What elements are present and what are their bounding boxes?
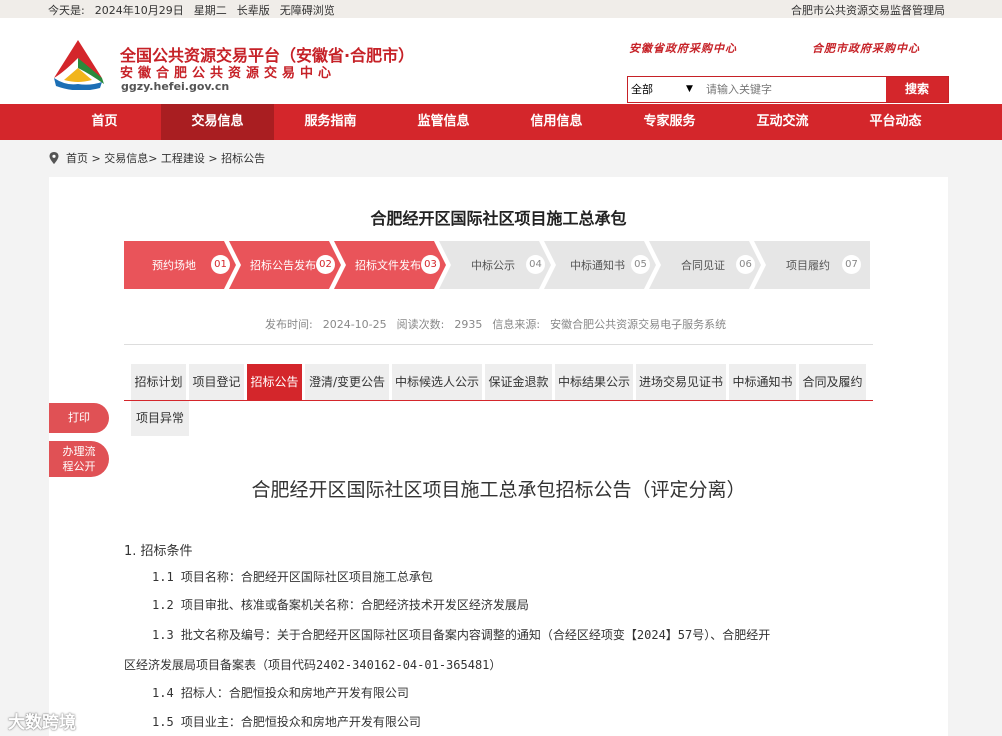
- publish-label: 发布时间:: [265, 318, 313, 331]
- step-number: 01: [211, 255, 230, 274]
- step-5[interactable]: 中标通知书 05: [544, 241, 656, 289]
- nav-home[interactable]: 首页: [48, 104, 161, 140]
- provincial-procurement-link[interactable]: 安徽省政府采购中心: [629, 40, 737, 56]
- step-number: 03: [421, 255, 440, 274]
- watermark-logo: 大数跨境: [8, 713, 76, 733]
- step-number: 04: [526, 255, 545, 274]
- site-url: ggzy.hefei.gov.cn: [121, 80, 230, 93]
- step-number: 07: [842, 255, 861, 274]
- step-3[interactable]: 招标文件发布 03: [334, 241, 446, 289]
- process-line-1: 办理流: [62, 445, 96, 458]
- tab-candidate[interactable]: 中标候选人公示: [392, 364, 482, 400]
- notice-title: 合肥经开区国际社区项目施工总承包招标公告（评定分离）: [251, 479, 746, 501]
- notice-line: 1.4 招标人：合肥恒投众和房地产开发有限公司: [152, 686, 409, 700]
- tab-bid-plan[interactable]: 招标计划: [131, 364, 186, 400]
- section-heading: 1. 招标条件: [124, 544, 193, 559]
- source-value: 安徽合肥公共资源交易电子服务系统: [550, 318, 727, 331]
- step-label: 合同见证: [681, 259, 725, 272]
- chevron-down-icon: ▼: [686, 84, 693, 94]
- top-bar: 今天是: 2024年10月29日 星期二 长辈版 无障碍浏览 合肥市公共资源交易监督管理…: [0, 0, 1002, 18]
- municipal-procurement-link[interactable]: 合肥市政府采购中心: [812, 40, 920, 56]
- divider: [124, 344, 873, 345]
- process-disclosure-button[interactable]: 办理流 程公开: [49, 441, 109, 477]
- process-line-2: 程公开: [62, 460, 96, 473]
- project-title: 合肥经开区国际社区项目施工总承包: [370, 209, 627, 228]
- step-number: 06: [736, 255, 755, 274]
- main-content: 合肥经开区国际社区项目施工总承包 预约场地 01 招标公告发布 02 招标文件发…: [49, 177, 948, 736]
- step-6[interactable]: 合同见证 06: [649, 241, 761, 289]
- step-1[interactable]: 预约场地 01: [124, 241, 236, 289]
- weekday: 星期二: [193, 4, 227, 17]
- tab-underline: [124, 400, 873, 401]
- notice-line: 1.5 项目业主：合肥恒投众和房地产开发有限公司: [152, 715, 421, 729]
- tab-registration[interactable]: 项目登记: [189, 364, 244, 400]
- views-count: 2935: [454, 318, 483, 331]
- progress-steps: 预约场地 01 招标公告发布 02 招标文件发布 03 中标公示 04 中标通知…: [124, 241, 870, 289]
- site-subtitle: 安徽合肥公共资源交易中心: [120, 66, 337, 81]
- step-label: 预约场地: [152, 259, 196, 272]
- step-4[interactable]: 中标公示 04: [439, 241, 551, 289]
- notice-line: 区经济发展局项目备案表（项目代码2402-340162-04-01-365481…: [124, 658, 502, 672]
- views-label: 阅读次数:: [396, 318, 445, 331]
- platform-logo-icon: [54, 40, 104, 90]
- nav-interaction[interactable]: 互动交流: [726, 104, 839, 140]
- breadcrumb-text[interactable]: 首页 > 交易信息> 工程建设 > 招标公告: [66, 152, 265, 165]
- today-label: 今天是:: [48, 4, 85, 17]
- source-label: 信息来源:: [492, 318, 541, 331]
- step-number: 02: [316, 255, 335, 274]
- tab-witness-cert[interactable]: 进场交易见证书: [636, 364, 726, 400]
- article-meta: 发布时间: 2024-10-25 阅读次数: 2935 信息来源: 安徽合肥公共资源交易电…: [265, 316, 736, 332]
- publish-date: 2024-10-25: [322, 318, 387, 331]
- search-button[interactable]: 搜索: [886, 77, 948, 102]
- nav-trade-info[interactable]: 交易信息: [161, 104, 274, 140]
- tab-result[interactable]: 中标结果公示: [555, 364, 633, 400]
- notice-line: 1.1 项目名称：合肥经开区国际社区项目施工总承包: [152, 570, 433, 584]
- search-box: 全部 ▼ 请输入关键字 搜索: [627, 76, 949, 103]
- search-category-select[interactable]: 全部 ▼: [628, 77, 700, 102]
- breadcrumb: 首页 > 交易信息> 工程建设 > 招标公告: [48, 150, 265, 166]
- step-2[interactable]: 招标公告发布 02: [229, 241, 341, 289]
- notice-line: 1.2 项目审批、核准或备案机关名称：合肥经济技术开发区经济发展局: [152, 598, 529, 612]
- current-date: 2024年10月29日: [94, 4, 184, 17]
- supervision-bureau-link[interactable]: 合肥市公共资源交易监督管理局: [791, 2, 945, 18]
- nav-supervision[interactable]: 监管信息: [387, 104, 500, 140]
- search-category-value: 全部: [631, 83, 653, 96]
- step-label: 项目履约: [786, 259, 830, 272]
- nav-service-guide[interactable]: 服务指南: [274, 104, 387, 140]
- print-button[interactable]: 打印: [49, 403, 109, 433]
- accessibility-link[interactable]: 无障碍浏览: [280, 4, 335, 17]
- location-pin-icon: [49, 152, 59, 164]
- step-label: 招标文件发布: [355, 259, 421, 272]
- nav-platform-news[interactable]: 平台动态: [839, 104, 952, 140]
- nav-expert[interactable]: 专家服务: [613, 104, 726, 140]
- tab-deposit-refund[interactable]: 保证金退款: [485, 364, 552, 400]
- step-label: 中标公示: [471, 259, 515, 272]
- search-input[interactable]: 请输入关键字: [706, 77, 886, 102]
- elder-version-link[interactable]: 长辈版: [237, 4, 270, 17]
- step-7[interactable]: 项目履约 07: [754, 241, 870, 289]
- tab-award-notice[interactable]: 中标通知书: [729, 364, 796, 400]
- step-label: 招标公告发布: [250, 259, 316, 272]
- notice-line: 1.3 批文名称及编号：关于合肥经开区国际社区项目备案内容调整的通知（合经区经项…: [152, 628, 771, 642]
- step-number: 05: [631, 255, 650, 274]
- tab-contract[interactable]: 合同及履约: [799, 364, 866, 400]
- tab-clarification[interactable]: 澄清/变更公告: [305, 364, 389, 400]
- tab-bid-notice[interactable]: 招标公告: [247, 364, 302, 400]
- nav-credit[interactable]: 信用信息: [500, 104, 613, 140]
- tab-project-exception[interactable]: 项目异常: [131, 400, 189, 436]
- step-label: 中标通知书: [570, 259, 625, 272]
- header: 全国公共资源交易平台（安徽省·合肥市） 安徽合肥公共资源交易中心 ggzy.he…: [0, 18, 1002, 104]
- main-nav: 首页 交易信息 服务指南 监管信息 信用信息 专家服务 互动交流 平台动态: [0, 104, 1002, 140]
